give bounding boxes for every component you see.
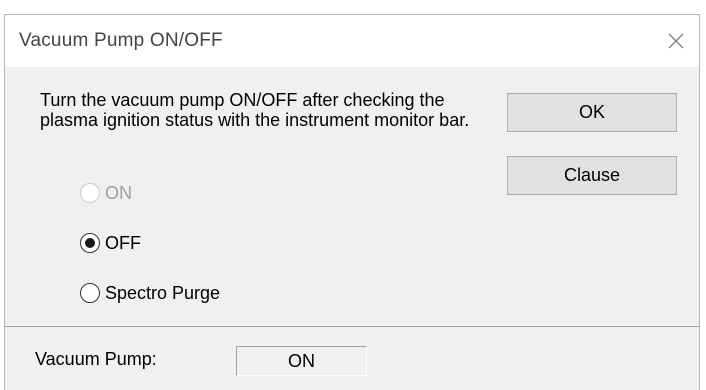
- dialog-window: Vacuum Pump ON/OFF Turn the vacuum pump …: [4, 14, 700, 390]
- radio-button-on[interactable]: [80, 183, 100, 203]
- radio-option-on[interactable]: ON: [80, 181, 132, 205]
- radio-button-off[interactable]: [80, 233, 100, 253]
- close-button[interactable]: [653, 15, 699, 67]
- radio-label-on: ON: [105, 182, 132, 203]
- close-icon: [668, 33, 684, 49]
- radio-option-spectro-purge[interactable]: Spectro Purge: [80, 281, 220, 305]
- vacuum-pump-status-label: Vacuum Pump:: [35, 349, 157, 369]
- radio-label-off: OFF: [105, 232, 141, 253]
- radio-button-spectro-purge[interactable]: [80, 283, 100, 303]
- title-bar[interactable]: Vacuum Pump ON/OFF: [5, 15, 699, 67]
- radio-selected-dot: [85, 238, 95, 248]
- divider: [5, 326, 699, 327]
- vacuum-pump-status-value: ON: [236, 346, 367, 376]
- screen-background: Vacuum Pump ON/OFF Turn the vacuum pump …: [0, 0, 706, 390]
- instruction-message: Turn the vacuum pump ON/OFF after checki…: [40, 90, 470, 130]
- radio-option-off[interactable]: OFF: [80, 231, 141, 255]
- radio-label-spectro-purge: Spectro Purge: [105, 282, 221, 303]
- ok-button[interactable]: OK: [507, 93, 677, 132]
- window-title: Vacuum Pump ON/OFF: [19, 30, 223, 51]
- clause-button[interactable]: Clause: [507, 156, 677, 195]
